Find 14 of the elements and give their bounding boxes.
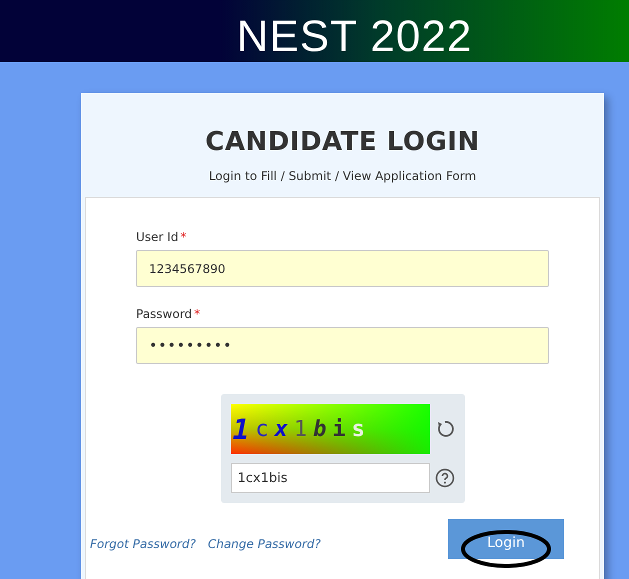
card-subtitle: Login to Fill / Submit / View Application Form xyxy=(208,169,478,183)
card-title: CANDIDATE LOGIN xyxy=(204,127,481,157)
field-label: Password xyxy=(136,307,192,321)
help-icon[interactable] xyxy=(434,468,454,488)
field-label: User Id xyxy=(136,230,178,244)
link[interactable]: Forgot Password? xyxy=(90,537,196,551)
required-asterisk: * xyxy=(180,230,186,244)
input-field[interactable]: 1234567890 xyxy=(136,250,549,287)
link[interactable]: Change Password? xyxy=(208,537,321,551)
captcha-input-field[interactable]: 1cx1bis xyxy=(230,463,430,493)
input-field[interactable]: ••••••••• xyxy=(136,327,549,364)
banner-title: NEST 2022 xyxy=(236,12,472,62)
required-asterisk: * xyxy=(194,307,200,321)
captcha-image: 1 c x 1 b i s xyxy=(230,404,430,454)
